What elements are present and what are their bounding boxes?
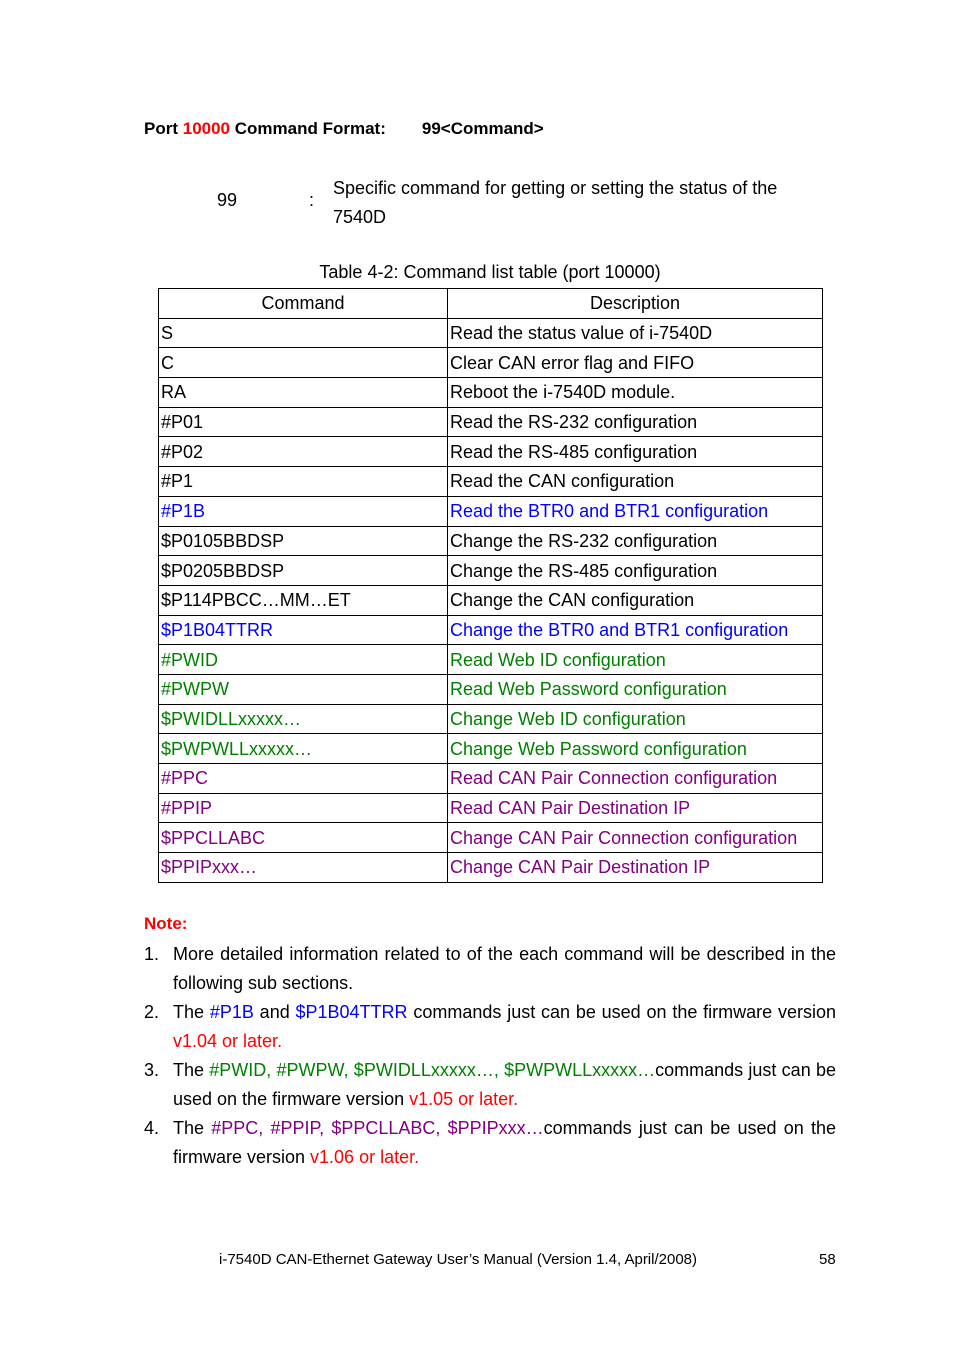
table-row: #PWPW Read Web Password configuration xyxy=(158,673,823,705)
table-row: $P114PBCC…MM…ET Change the CAN configurat… xyxy=(158,584,823,616)
description-cell: Read the BTR0 and BTR1 configuration xyxy=(447,495,823,527)
table-row: #PWID Read Web ID configuration xyxy=(158,644,823,675)
note-text-segment: v1.04 or later. xyxy=(173,1031,283,1051)
footer-text: i-7540D CAN-Ethernet Gateway User’s Manu… xyxy=(219,1251,698,1268)
description-cell: Reboot the i-7540D module. xyxy=(447,377,823,408)
note-number: 1. xyxy=(144,944,160,964)
command-cell: S xyxy=(158,317,448,349)
command-table: Command Description S Read the status val… xyxy=(158,288,823,883)
note-text-segment: #P1B xyxy=(209,1002,254,1022)
description-cell: Read Web Password configuration xyxy=(447,673,823,705)
definition-term: 99 xyxy=(217,190,238,210)
note-text-segment: The xyxy=(173,1002,210,1022)
description-cell: Change Web ID configuration xyxy=(447,703,823,735)
column-header-description: Description xyxy=(447,288,823,319)
command-cell: $P0105BBDSP xyxy=(158,525,448,557)
description-cell: Read the RS-485 configuration xyxy=(447,436,823,468)
note-number: 3. xyxy=(144,1060,160,1080)
command-cell: #P01 xyxy=(158,406,448,438)
command-cell: $P1B04TTRR xyxy=(158,614,448,646)
definition-separator: : xyxy=(309,190,315,210)
command-cell: #PPIP xyxy=(158,792,448,824)
description-cell: Read the CAN configuration xyxy=(447,466,823,497)
note-item: 3. The #PWID, #PWPW, $PWIDLLxxxxx…, $PWPW… xyxy=(144,1056,836,1114)
table-caption: Table 4-2: Command list table (port 1000… xyxy=(319,262,661,282)
note-item: 4. The #PPC, #PPIP, $PPCLLABC, $PPIPxxx…c… xyxy=(144,1114,836,1172)
note-text-segment: and xyxy=(253,1002,296,1022)
note-item: 2. The #P1B and $P1B04TTRR commands just … xyxy=(144,998,836,1056)
table-row: $PPCLLABC Change CAN Pair Connection conf… xyxy=(158,822,823,854)
heading-port-number: 10000 xyxy=(182,119,231,138)
description-cell: Read the status value of i-7540D xyxy=(447,317,823,349)
description-cell: Clear CAN error flag and FIFO xyxy=(447,347,823,379)
description-cell: Change Web Password configuration xyxy=(447,733,823,764)
command-cell: $PPCLLABC xyxy=(158,822,448,854)
page-number: 58 xyxy=(819,1251,836,1268)
table-row: $P0105BBDSP Change the RS-232 configurati… xyxy=(158,525,823,557)
description-cell: Read CAN Pair Connection configuration xyxy=(447,763,823,794)
table-row: C Clear CAN error flag and FIFO xyxy=(158,347,823,379)
command-cell: $PWPWLLxxxxx… xyxy=(158,733,448,764)
description-cell: Read CAN Pair Destination IP xyxy=(447,792,823,824)
table-row: S Read the status value of i-7540D xyxy=(158,317,823,349)
heading-suffix: Command Format: xyxy=(230,119,386,138)
command-cell: #P1 xyxy=(158,466,448,497)
table-row: #PPC Read CAN Pair Connection configurati… xyxy=(158,763,823,794)
note-text-segment: v1.05 or later. xyxy=(409,1089,519,1109)
table-row: #P01 Read the RS-232 configuration xyxy=(158,406,823,438)
note-text-segment: More detailed information related to of … xyxy=(173,944,836,993)
table-row: RA Reboot the i-7540D module. xyxy=(158,377,823,408)
description-cell: Change the RS-485 configuration xyxy=(447,555,823,586)
note-text-segment: #PPC, #PPIP, $PPCLLABC, $PPIPxxx… xyxy=(211,1118,544,1138)
command-cell: #PWPW xyxy=(158,673,448,705)
description-cell: Change CAN Pair Destination IP xyxy=(447,852,823,883)
command-cell: $PWIDLLxxxxx… xyxy=(158,703,448,735)
command-cell: #PWID xyxy=(158,644,448,675)
note-text-segment: #PWID, #PWPW, $PWIDLLxxxxx…, $PWPWLLxxxx… xyxy=(209,1060,656,1080)
description-cell: Change CAN Pair Connection configuration xyxy=(447,822,823,854)
note-title: Note: xyxy=(144,914,188,933)
description-cell: Read Web ID configuration xyxy=(447,644,823,675)
heading-format: 99<Command> xyxy=(421,119,544,138)
note-text-segment: $P1B04TTRR xyxy=(295,1002,408,1022)
note-text-segment: commands just can be used on the firmwar… xyxy=(407,1002,836,1022)
note-item: 1. More detailed information related to o… xyxy=(144,940,836,998)
command-cell: #P1B xyxy=(158,495,448,527)
note-text-segment: v1.06 or later. xyxy=(310,1147,420,1167)
table-row: #P1 Read the CAN configuration xyxy=(158,466,823,497)
table-row: #P02 Read the RS-485 configuration xyxy=(158,436,823,468)
section-heading: Port 10000 Command Format: 99<Command> xyxy=(144,119,544,139)
command-cell: $P114PBCC…MM…ET xyxy=(158,584,448,616)
command-cell: $P0205BBDSP xyxy=(158,555,448,586)
note-text-segment: The xyxy=(173,1060,210,1080)
table-row: $PPIPxxx… Change CAN Pair Destination IP xyxy=(158,852,823,883)
column-header-command: Command xyxy=(158,288,448,319)
note-number: 2. xyxy=(144,1002,160,1022)
table-row: #P1B Read the BTR0 and BTR1 configuration xyxy=(158,495,823,527)
table-header-row: Command Description xyxy=(158,288,823,319)
notes-list: 1. More detailed information related to o… xyxy=(144,940,836,1172)
table-row: #PPIP Read CAN Pair Destination IP xyxy=(158,792,823,824)
description-cell: Change the BTR0 and BTR1 configuration xyxy=(447,614,823,646)
note-text-segment: The xyxy=(173,1118,212,1138)
command-cell: $PPIPxxx… xyxy=(158,852,448,883)
table-row: $PWPWLLxxxxx… Change Web Password configu… xyxy=(158,733,823,764)
description-cell: Read the RS-232 configuration xyxy=(447,406,823,438)
table-row: $PWIDLLxxxxx… Change Web ID configuration xyxy=(158,703,823,735)
command-cell: RA xyxy=(158,377,448,408)
command-table-body: S Read the status value of i-7540D C Clear … xyxy=(158,317,823,883)
definition-description: Specific command for getting or setting … xyxy=(333,178,778,227)
heading-prefix: Port xyxy=(144,119,183,138)
command-cell: #P02 xyxy=(158,436,448,468)
table-row: $P1B04TTRR Change the BTR0 and BTR1 confi… xyxy=(158,614,823,646)
description-cell: Change the CAN configuration xyxy=(447,584,823,616)
command-cell: C xyxy=(158,347,448,379)
command-cell: #PPC xyxy=(158,763,448,794)
description-cell: Change the RS-232 configuration xyxy=(447,525,823,557)
table-row: $P0205BBDSP Change the RS-485 configurati… xyxy=(158,555,823,586)
note-number: 4. xyxy=(144,1118,160,1138)
